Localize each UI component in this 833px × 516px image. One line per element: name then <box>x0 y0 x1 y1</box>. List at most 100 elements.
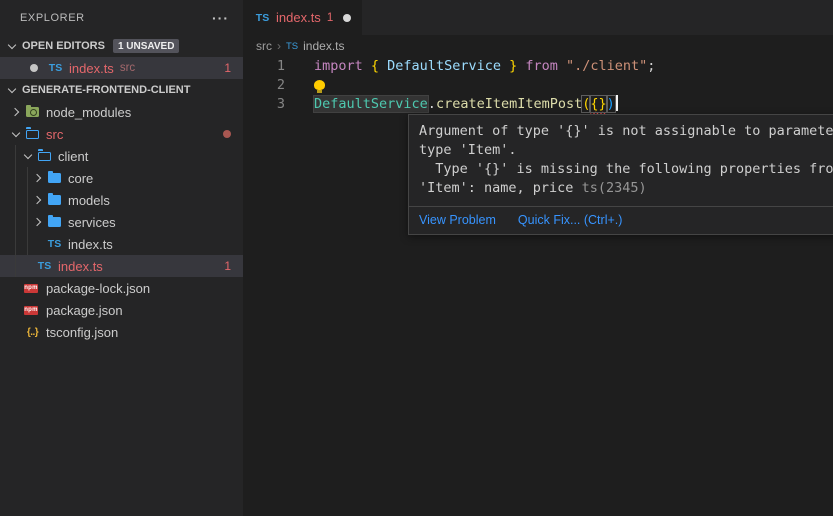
token-import-binding: DefaultService <box>387 58 501 74</box>
chevron-right-icon <box>30 170 46 186</box>
breadcrumb-separator-icon: › <box>277 39 281 53</box>
line-number: 3 <box>243 95 285 114</box>
typescript-file-icon: TS <box>46 236 63 252</box>
folder-icon <box>46 170 63 186</box>
tree-item-node-modules[interactable]: node_modules <box>0 101 243 123</box>
explorer-title: EXPLORER <box>20 12 85 24</box>
token-keyword-import: import <box>314 58 371 74</box>
tree-item-src-index-ts[interactable]: TS index.ts 1 <box>0 255 243 277</box>
open-editor-item-index-ts[interactable]: TS index.ts src 1 <box>0 57 243 79</box>
token-semicolon: ; <box>647 58 655 74</box>
tree-item-models[interactable]: models <box>0 189 243 211</box>
error-message: Argument of type '{}' is not assignable … <box>409 115 833 206</box>
indent-spacer <box>20 258 36 274</box>
tree-item-src[interactable]: src <box>0 123 243 145</box>
folder-icon <box>46 214 63 230</box>
typescript-file-icon: TS <box>47 60 64 76</box>
tree-item-label: tsconfig.json <box>46 325 118 340</box>
typescript-file-icon: TS <box>286 41 298 52</box>
npm-icon-label: npm <box>24 306 38 315</box>
tooltip-actions: View Problem Quick Fix... (Ctrl+.) <box>409 206 833 234</box>
unsaved-dot-icon[interactable] <box>343 14 351 22</box>
token-dot: . <box>428 96 436 112</box>
tree-item-label: node_modules <box>46 105 131 120</box>
indent-spacer <box>8 302 24 318</box>
editor-area: TS index.ts 1 src › TS index.ts 1 import… <box>243 0 833 516</box>
tree-item-client-index-ts[interactable]: TS index.ts <box>0 233 243 255</box>
project-section-header[interactable]: GENERATE-FRONTEND-CLIENT <box>0 79 243 101</box>
open-editor-path: src <box>120 62 135 74</box>
indent-spacer <box>8 280 24 296</box>
tab-error-count: 1 <box>327 12 333 24</box>
token-method-call: createItemItemPost <box>436 96 582 112</box>
token-error-braces: {} <box>590 96 606 112</box>
tree-item-package-json[interactable]: npm package.json <box>0 299 243 321</box>
breadcrumb-file[interactable]: index.ts <box>303 39 344 53</box>
tree-item-label: models <box>68 193 110 208</box>
tree-item-tsconfig-json[interactable]: {..} tsconfig.json <box>0 321 243 343</box>
chevron-down-icon <box>8 126 24 142</box>
token-brace-close: } <box>501 58 517 74</box>
dirty-dot-icon <box>30 64 38 72</box>
folder-icon <box>46 192 63 208</box>
tree-item-label: core <box>68 171 93 186</box>
open-editors-section-header[interactable]: OPEN EDITORS 1 UNSAVED <box>0 35 243 57</box>
token-service-object: DefaultService <box>314 96 428 112</box>
modified-dot-icon <box>223 130 231 138</box>
tree-item-label: package.json <box>46 303 123 318</box>
tree-item-services[interactable]: services <box>0 211 243 233</box>
project-name-label: GENERATE-FRONTEND-CLIENT <box>22 84 190 96</box>
view-problem-link[interactable]: View Problem <box>419 213 496 227</box>
chevron-down-icon <box>20 148 36 164</box>
indent-spacer <box>8 324 24 340</box>
code-text: import { DefaultService } from "./client… <box>314 57 655 76</box>
code-editor: 1 import { DefaultService } from "./clie… <box>243 57 833 114</box>
breadcrumb-folder[interactable]: src <box>256 39 272 53</box>
error-count-badge: 1 <box>224 61 231 75</box>
error-source-code: ts(2345) <box>582 180 647 196</box>
open-editors-label: OPEN EDITORS <box>22 40 105 52</box>
token-keyword-from: from <box>517 58 566 74</box>
line-number: 2 <box>243 76 285 95</box>
tree-item-core[interactable]: core <box>0 167 243 189</box>
more-actions-icon[interactable]: ··· <box>212 10 229 26</box>
indent-spacer <box>30 236 46 252</box>
breadcrumb: src › TS index.ts <box>243 35 833 57</box>
code-text <box>314 76 325 95</box>
tree-item-label: client <box>58 149 88 164</box>
npm-icon-label: npm <box>24 284 38 293</box>
token-module-string: "./client" <box>566 58 647 74</box>
tree-item-client[interactable]: client <box>0 145 243 167</box>
tree-item-label: index.ts <box>58 259 103 274</box>
lightbulb-code-action-icon[interactable] <box>314 80 325 90</box>
tree-item-label: index.ts <box>68 237 113 252</box>
unsaved-count-badge: 1 UNSAVED <box>113 39 180 53</box>
tree-item-label: src <box>46 127 63 142</box>
line-number: 1 <box>243 57 285 76</box>
tree-item-package-lock-json[interactable]: npm package-lock.json <box>0 277 243 299</box>
code-line-3[interactable]: 3 DefaultService.createItemItemPost({}) <box>243 95 833 114</box>
indent-guide <box>27 167 28 255</box>
indent-guide <box>15 145 16 277</box>
node-modules-folder-icon <box>24 104 41 120</box>
code-line-2[interactable]: 2 <box>243 76 833 95</box>
json-config-file-icon: {..} <box>24 324 41 340</box>
chevron-right-icon <box>8 104 24 120</box>
error-hover-tooltip: Argument of type '{}' is not assignable … <box>408 114 833 235</box>
folder-open-icon <box>36 148 53 164</box>
error-message-text: 'Item': name, price <box>419 180 582 196</box>
chevron-down-icon <box>4 38 20 54</box>
open-editor-filename: index.ts <box>69 61 114 76</box>
tree-item-label: package-lock.json <box>46 281 150 296</box>
tab-filename: index.ts <box>276 10 321 25</box>
chevron-right-icon <box>30 192 46 208</box>
tab-index-ts[interactable]: TS index.ts 1 <box>243 0 362 35</box>
error-message-line: 'Item': name, price ts(2345) <box>419 179 833 198</box>
quick-fix-link[interactable]: Quick Fix... (Ctrl+.) <box>518 213 623 227</box>
code-line-1[interactable]: 1 import { DefaultService } from "./clie… <box>243 57 833 76</box>
explorer-sidebar: EXPLORER ··· OPEN EDITORS 1 UNSAVED TS i… <box>0 0 243 516</box>
token-brace-open: { <box>371 58 387 74</box>
typescript-file-icon: TS <box>36 258 53 274</box>
vscode-window: EXPLORER ··· OPEN EDITORS 1 UNSAVED TS i… <box>0 0 833 516</box>
editor-tab-bar: TS index.ts 1 <box>243 0 833 35</box>
